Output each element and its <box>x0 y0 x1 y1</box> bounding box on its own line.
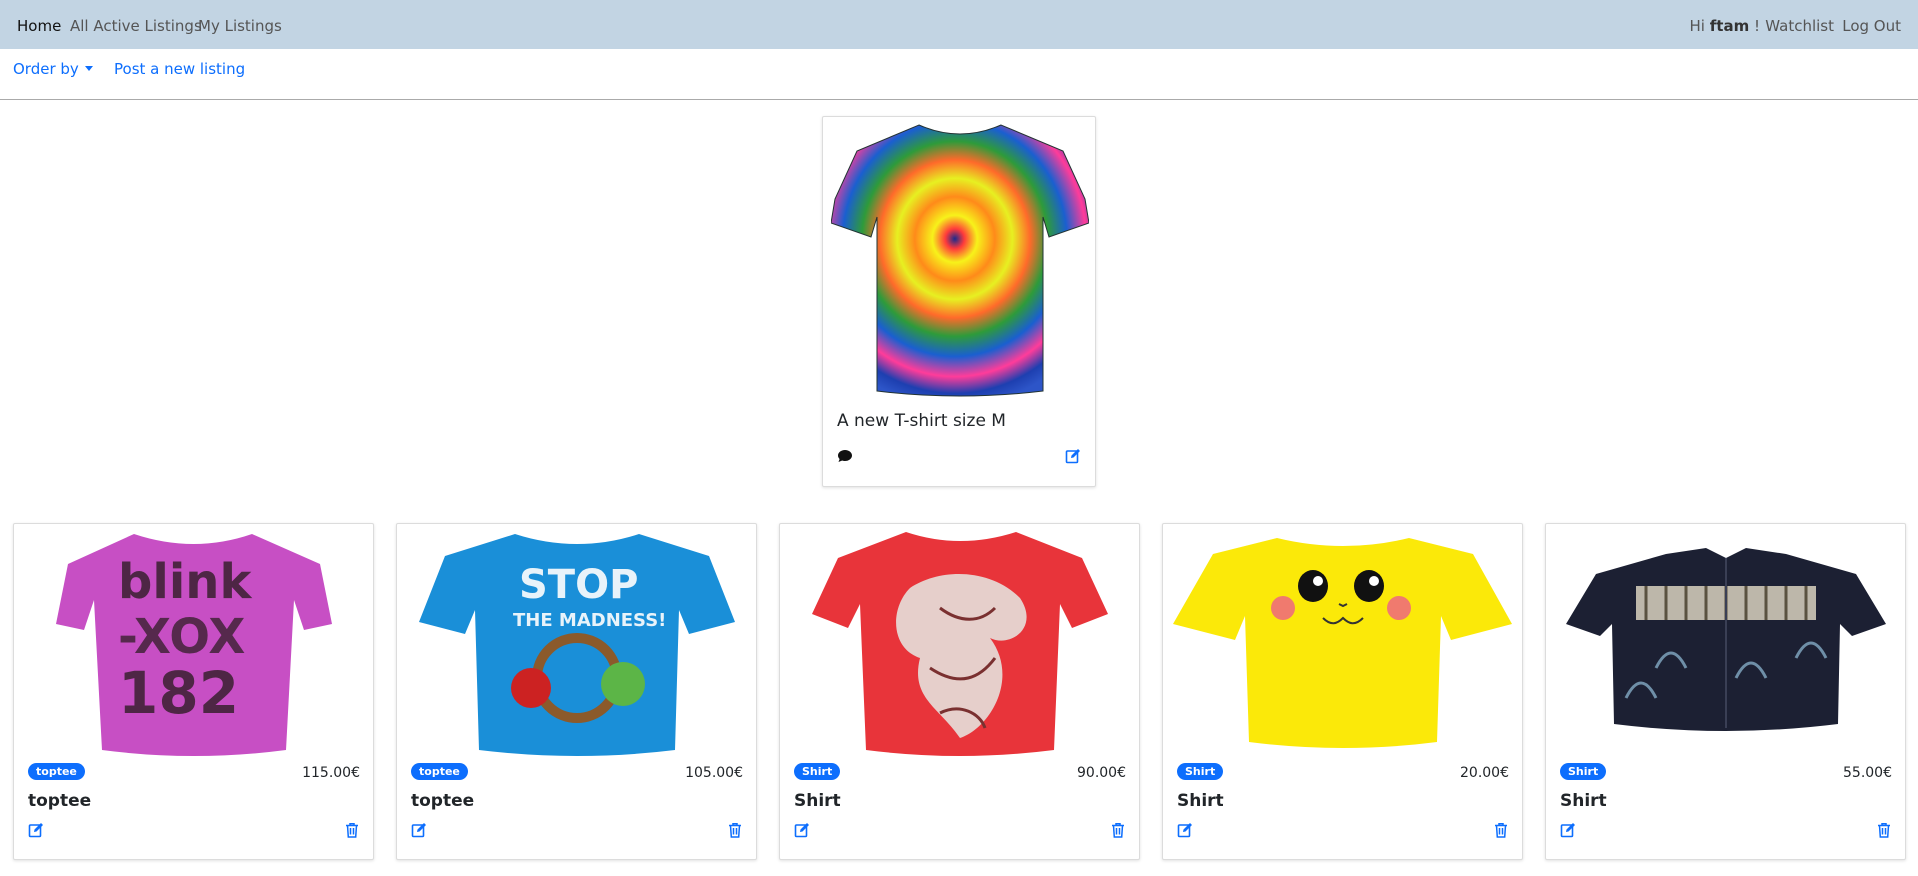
yellow-pikachu-tshirt-image[interactable] <box>1173 528 1512 766</box>
nav-home-link[interactable]: Home <box>17 17 61 35</box>
post-new-listing-link[interactable]: Post a new listing <box>114 60 245 78</box>
top-navbar: Home All Active Listings My Listings Hi … <box>0 0 1918 49</box>
order-by-dropdown[interactable]: Order by <box>13 60 93 78</box>
trash-icon[interactable] <box>1876 822 1892 838</box>
category-badge: toptee <box>411 763 468 780</box>
greeting-suffix: ! <box>1753 17 1760 35</box>
listing-card[interactable]: Shirt 90.00€ Shirt <box>779 523 1140 860</box>
edit-icon[interactable] <box>411 822 427 838</box>
listing-title[interactable]: Shirt <box>1177 791 1224 811</box>
featured-listing-title[interactable]: A new T-shirt size M <box>837 411 1006 431</box>
listing-price: 115.00€ <box>302 765 360 781</box>
trash-icon[interactable] <box>1493 822 1509 838</box>
trash-icon[interactable] <box>1110 822 1126 838</box>
svg-text:182: 182 <box>118 659 239 727</box>
listing-card[interactable]: STOP THE MADNESS! toptee 105.00€ toptee <box>396 523 757 860</box>
listing-price: 20.00€ <box>1460 765 1509 781</box>
trash-icon[interactable] <box>727 822 743 838</box>
listing-price: 105.00€ <box>685 765 743 781</box>
blue-angry-birds-tshirt-image[interactable]: STOP THE MADNESS! <box>407 528 746 766</box>
listing-title[interactable]: Shirt <box>1560 791 1607 811</box>
tie-dye-tshirt-image[interactable] <box>830 121 1090 401</box>
order-by-label: Order by <box>13 60 79 78</box>
nav-logout-link[interactable]: Log Out <box>1842 17 1901 35</box>
svg-text:blink: blink <box>118 554 252 610</box>
trash-icon[interactable] <box>344 822 360 838</box>
listing-title[interactable]: Shirt <box>794 791 841 811</box>
caret-down-icon <box>84 66 93 71</box>
listing-card[interactable]: Shirt 20.00€ Shirt <box>1162 523 1523 860</box>
featured-listing-card[interactable]: A new T-shirt size M <box>822 116 1096 487</box>
category-badge: Shirt <box>794 763 841 780</box>
greeting-prefix: Hi <box>1689 17 1705 35</box>
user-greeting: Hi ftam ! <box>1690 17 1760 35</box>
edit-icon[interactable] <box>1560 822 1576 838</box>
svg-text:STOP: STOP <box>519 562 638 608</box>
listing-price: 55.00€ <box>1843 765 1892 781</box>
pink-blink182-tshirt-image[interactable]: blink -XOX 182 <box>24 528 363 766</box>
username: ftam <box>1709 17 1750 35</box>
listing-card[interactable]: blink -XOX 182 toptee 115.00€ toptee <box>13 523 374 860</box>
listing-title[interactable]: toptee <box>411 791 474 811</box>
nav-my-listings-link[interactable]: My Listings <box>198 17 282 35</box>
edit-icon[interactable] <box>28 822 44 838</box>
listing-price: 90.00€ <box>1077 765 1126 781</box>
nav-watchlist-link[interactable]: Watchlist <box>1765 17 1834 35</box>
category-badge: Shirt <box>1560 763 1607 780</box>
comment-icon[interactable] <box>837 448 853 464</box>
red-griffin-tshirt-image[interactable] <box>790 528 1129 766</box>
listing-title[interactable]: toptee <box>28 791 91 811</box>
black-hawaiian-shirt-image[interactable] <box>1556 528 1895 766</box>
listing-toolbar: Order by Post a new listing <box>0 49 1918 100</box>
edit-icon[interactable] <box>794 822 810 838</box>
category-badge: toptee <box>28 763 85 780</box>
svg-text:-XOX: -XOX <box>118 609 245 665</box>
svg-text:THE MADNESS!: THE MADNESS! <box>513 610 666 631</box>
listing-card[interactable]: Shirt 55.00€ Shirt <box>1545 523 1906 860</box>
category-badge: Shirt <box>1177 763 1224 780</box>
edit-icon[interactable] <box>1065 448 1081 464</box>
edit-icon[interactable] <box>1177 822 1193 838</box>
nav-all-active-listings-link[interactable]: All Active Listings <box>70 17 202 35</box>
